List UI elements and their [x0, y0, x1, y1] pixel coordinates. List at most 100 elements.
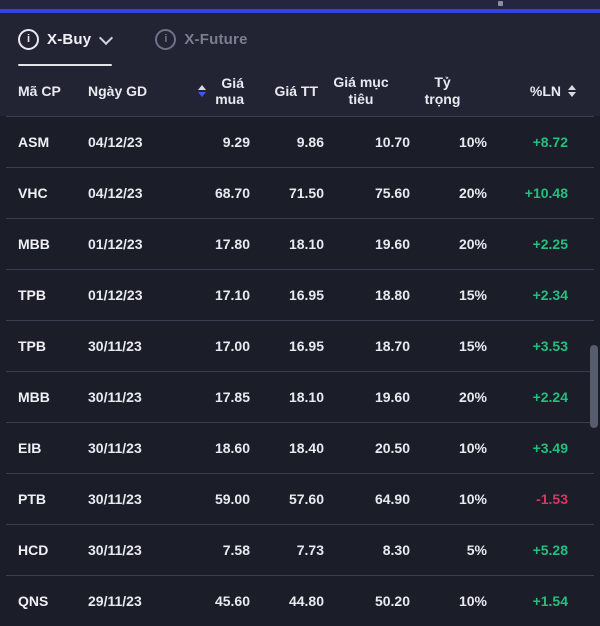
cell-ticker: MBB [18, 236, 88, 252]
cell-weight: 10% [410, 134, 487, 150]
cell-market-price: 71.50 [250, 185, 324, 201]
column-header-buy-price: Giá mua [206, 75, 244, 107]
cell-market-price: 18.40 [250, 440, 324, 456]
tab-x-buy[interactable]: i X-Buy [18, 13, 111, 66]
chevron-down-icon[interactable] [99, 30, 113, 44]
cell-trade-date: 04/12/23 [88, 185, 184, 201]
column-header-pnl[interactable]: %LN [481, 83, 580, 99]
cell-buy-price: 68.70 [184, 185, 250, 201]
cell-target-price: 19.60 [324, 236, 410, 252]
cell-weight: 15% [410, 287, 487, 303]
table-row[interactable]: QNS 29/11/23 45.60 44.80 50.20 10% +1.54 [0, 575, 600, 626]
cell-ticker: TPB [18, 338, 88, 354]
tab-x-future[interactable]: i X-Future [155, 13, 247, 66]
cell-pnl: +8.72 [487, 134, 586, 150]
vertical-scrollbar-thumb[interactable] [590, 345, 598, 428]
cell-market-price: 18.10 [250, 236, 324, 252]
cell-ticker: TPB [18, 287, 88, 303]
column-header-target-price: Giá mục tiêu [318, 74, 404, 109]
cell-ticker: QNS [18, 593, 88, 609]
tab-label: X-Buy [47, 31, 91, 48]
cell-trade-date: 01/12/23 [88, 287, 184, 303]
cell-trade-date: 29/11/23 [88, 593, 184, 609]
cell-market-price: 16.95 [250, 338, 324, 354]
cell-weight: 10% [410, 593, 487, 609]
window-top-strip [0, 0, 600, 9]
cell-buy-price: 17.10 [184, 287, 250, 303]
table-row[interactable]: TPB 01/12/23 17.10 16.95 18.80 15% +2.34 [0, 269, 600, 320]
cell-market-price: 16.95 [250, 287, 324, 303]
cell-target-price: 20.50 [324, 440, 410, 456]
column-header-weight: Tỷ trọng [404, 74, 481, 109]
cell-pnl: +2.24 [487, 389, 586, 405]
cell-trade-date: 30/11/23 [88, 389, 184, 405]
cell-target-price: 75.60 [324, 185, 410, 201]
cell-target-price: 8.30 [324, 542, 410, 558]
table-row[interactable]: PTB 30/11/23 59.00 57.60 64.90 10% -1.53 [0, 473, 600, 524]
cell-market-price: 9.86 [250, 134, 324, 150]
cell-ticker: ASM [18, 134, 88, 150]
table-row[interactable]: HCD 30/11/23 7.58 7.73 8.30 5% +5.28 [0, 524, 600, 575]
cell-target-price: 10.70 [324, 134, 410, 150]
cell-weight: 20% [410, 185, 487, 201]
cell-ticker: HCD [18, 542, 88, 558]
cell-ticker: EIB [18, 440, 88, 456]
cell-buy-price: 18.60 [184, 440, 250, 456]
cell-trade-date: 30/11/23 [88, 338, 184, 354]
column-header-trade-date[interactable]: Ngày GD [88, 83, 184, 99]
cell-ticker: PTB [18, 491, 88, 507]
column-header-ticker: Mã CP [18, 83, 88, 99]
cell-weight: 20% [410, 389, 487, 405]
table-row[interactable]: MBB 30/11/23 17.85 18.10 19.60 20% +2.24 [0, 371, 600, 422]
scrollbar-dot [498, 1, 503, 6]
cell-pnl: +3.53 [487, 338, 586, 354]
cell-buy-price: 59.00 [184, 491, 250, 507]
sort-icon-pnl[interactable] [568, 85, 576, 97]
info-icon[interactable]: i [18, 29, 39, 50]
cell-target-price: 18.80 [324, 287, 410, 303]
cell-market-price: 18.10 [250, 389, 324, 405]
active-tab-underline [18, 64, 112, 66]
info-icon[interactable]: i [155, 29, 176, 50]
tab-bar: i X-Buy i X-Future [0, 13, 600, 66]
cell-market-price: 57.60 [250, 491, 324, 507]
cell-buy-price: 45.60 [184, 593, 250, 609]
table-row[interactable]: EIB 30/11/23 18.60 18.40 20.50 10% +3.49 [0, 422, 600, 473]
cell-weight: 10% [410, 491, 487, 507]
cell-buy-price: 17.00 [184, 338, 250, 354]
cell-trade-date: 30/11/23 [88, 440, 184, 456]
cell-buy-price: 9.29 [184, 134, 250, 150]
cell-target-price: 19.60 [324, 389, 410, 405]
cell-pnl: -1.53 [487, 491, 586, 507]
trading-watchlist-screen: { "topbar": { "accent_color": "#3244df" … [0, 0, 600, 600]
table-row[interactable]: TPB 30/11/23 17.00 16.95 18.70 15% +3.53 [0, 320, 600, 371]
cell-ticker: VHC [18, 185, 88, 201]
cell-market-price: 44.80 [250, 593, 324, 609]
sort-icon-date[interactable] [198, 85, 206, 97]
cell-weight: 5% [410, 542, 487, 558]
cell-trade-date: 01/12/23 [88, 236, 184, 252]
table-row[interactable]: ASM 04/12/23 9.29 9.86 10.70 10% +8.72 [0, 116, 600, 167]
cell-buy-price: 17.80 [184, 236, 250, 252]
table-header-row: Mã CP Ngày GD Giá mua Giá TT Giá mục tiê… [0, 66, 600, 116]
sort-down-arrow-active [198, 92, 206, 97]
cell-ticker: MBB [18, 389, 88, 405]
cell-trade-date: 30/11/23 [88, 542, 184, 558]
sort-down-arrow [568, 92, 576, 97]
cell-pnl: +5.28 [487, 542, 586, 558]
cell-pnl: +3.49 [487, 440, 586, 456]
cell-target-price: 64.90 [324, 491, 410, 507]
table-row[interactable]: VHC 04/12/23 68.70 71.50 75.60 20% +10.4… [0, 167, 600, 218]
cell-target-price: 18.70 [324, 338, 410, 354]
table-body: ASM 04/12/23 9.29 9.86 10.70 10% +8.72 V… [0, 116, 600, 626]
sort-up-arrow [198, 85, 206, 90]
cell-weight: 10% [410, 440, 487, 456]
sort-up-arrow [568, 85, 576, 90]
column-header-market-price: Giá TT [244, 83, 318, 99]
cell-buy-price: 17.85 [184, 389, 250, 405]
cell-trade-date: 30/11/23 [88, 491, 184, 507]
cell-pnl: +2.25 [487, 236, 586, 252]
cell-weight: 20% [410, 236, 487, 252]
table-row[interactable]: MBB 01/12/23 17.80 18.10 19.60 20% +2.25 [0, 218, 600, 269]
cell-pnl: +10.48 [487, 185, 586, 201]
